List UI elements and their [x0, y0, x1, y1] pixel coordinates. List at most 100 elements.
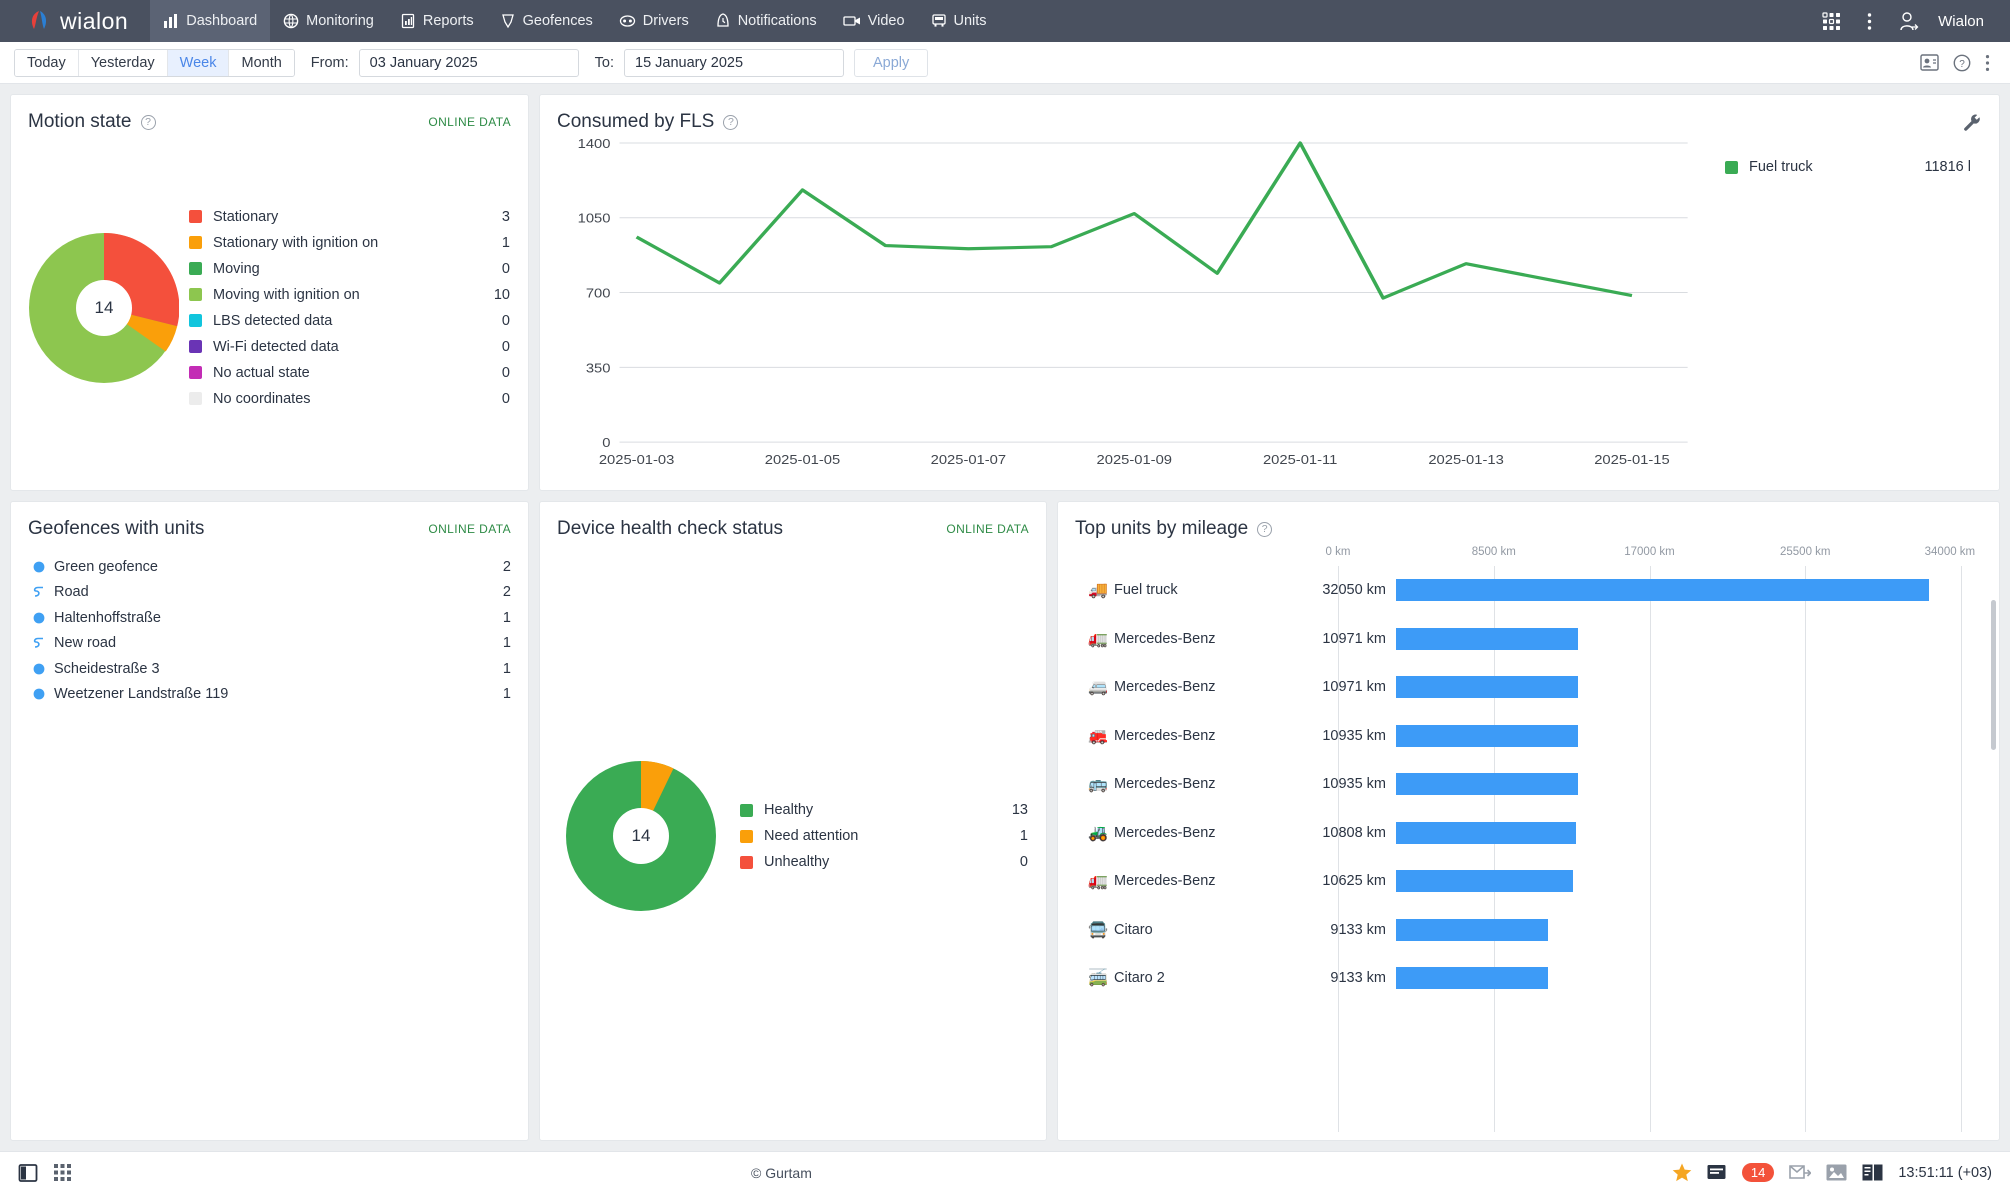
vertical-scrollbar[interactable] [1991, 600, 1996, 750]
toolbar-right-actions: ? [1920, 54, 1996, 72]
legend-item-unhealthy: Unhealthy 0 [740, 849, 1028, 875]
geofence-count: 2 [502, 558, 511, 575]
legend-label: LBS detected data [213, 312, 333, 329]
legend-label: Need attention [764, 828, 859, 844]
color-swatch [1725, 160, 1738, 174]
geofence-count: 1 [502, 660, 511, 677]
nav-item-dashboard[interactable]: Dashboard [150, 0, 271, 42]
mail-forward-icon[interactable] [1789, 1164, 1812, 1181]
list-item[interactable]: Green geofence 2 [28, 554, 511, 580]
color-swatch [740, 803, 753, 817]
table-row[interactable]: 🚍 Citaro 9133 km [1058, 906, 1999, 955]
nav-label: Dashboard [186, 13, 258, 29]
top-units-bar-chart[interactable]: 0 km 8500 km 17000 km 25500 km 34000 km … [1058, 540, 1999, 1132]
legend-label: No coordinates [213, 390, 311, 407]
card-motion-state: Motion state ? ONLINE DATA 14 Stationary… [10, 94, 529, 491]
table-row[interactable]: 🚎 Citaro 2 9133 km [1058, 954, 1999, 1003]
geofence-name: New road [54, 635, 117, 652]
bar-track [1396, 821, 1961, 844]
color-swatch [740, 829, 753, 843]
nav-item-units[interactable]: Units [918, 0, 1000, 42]
truck-yellow-icon: 🚛 [1088, 630, 1108, 648]
layout-icon[interactable] [1862, 1164, 1883, 1181]
truck-dark-icon: 🚚 [1088, 582, 1108, 600]
list-item[interactable]: New road 1 [28, 631, 511, 657]
help-circle-icon[interactable]: ? [140, 114, 156, 130]
device-health-donut-chart: 14 Healthy 13 Need attention 1 Unhealthy… [540, 540, 1046, 1132]
quick-range-selector: Today Yesterday Week Month [14, 48, 295, 77]
nav-item-video[interactable]: Video [830, 0, 918, 42]
star-icon[interactable] [1672, 1163, 1692, 1182]
brand-logo[interactable]: wialon [0, 0, 150, 42]
help-circle-icon[interactable]: ? [1257, 521, 1273, 537]
video-icon [843, 13, 861, 29]
svg-text:2025-01-15: 2025-01-15 [1594, 452, 1670, 467]
dashboard-row-2: Geofences with units ONLINE DATA Green g… [10, 501, 2000, 1141]
nav-item-monitoring[interactable]: Monitoring [270, 0, 387, 42]
range-week[interactable]: Week [167, 49, 230, 76]
list-item[interactable]: Road 2 [28, 580, 511, 606]
bar-fill [1396, 627, 1579, 650]
bar-fill [1396, 821, 1576, 844]
range-yesterday[interactable]: Yesterday [78, 49, 168, 76]
range-month[interactable]: Month [229, 49, 294, 76]
kebab-menu-button[interactable] [1856, 0, 1883, 42]
nav-item-reports[interactable]: Reports [387, 0, 487, 42]
color-swatch [189, 236, 202, 249]
svg-text:2025-01-13: 2025-01-13 [1428, 452, 1504, 467]
table-row[interactable]: 🚐 Mercedes-Benz 10971 km [1058, 663, 1999, 712]
table-row[interactable]: 🚚 Fuel truck 32050 km [1058, 566, 1999, 615]
kebab-menu-icon[interactable] [1985, 54, 1990, 72]
messages-icon[interactable] [1707, 1164, 1727, 1181]
svg-text:700: 700 [586, 285, 611, 300]
help-circle-icon[interactable]: ? [1953, 54, 1971, 72]
image-icon[interactable] [1826, 1164, 1847, 1181]
contacts-icon[interactable] [1920, 54, 1939, 71]
bell-clock-icon [715, 13, 731, 29]
apply-button[interactable]: Apply [854, 48, 929, 77]
truck-red2-icon: 🚛 [1088, 873, 1108, 891]
unit-name: Mercedes-Benz [1114, 873, 1216, 890]
table-row[interactable]: 🚌 Mercedes-Benz 10935 km [1058, 760, 1999, 809]
notifications-badge[interactable]: 14 [1741, 1163, 1775, 1182]
table-row[interactable]: 🚒 Mercedes-Benz 10935 km [1058, 712, 1999, 761]
nav-right-actions: Wialon [1811, 0, 2010, 42]
nav-label: Geofences [522, 13, 593, 29]
nav-item-geofences[interactable]: Geofences [487, 0, 606, 42]
color-swatch [740, 855, 753, 869]
help-circle-icon[interactable]: ? [723, 114, 739, 130]
table-row[interactable]: 🚛 Mercedes-Benz 10625 km [1058, 857, 1999, 906]
geofence-name: Road [54, 584, 89, 601]
list-item[interactable]: Scheidestraße 3 1 [28, 656, 511, 682]
wrench-icon[interactable] [1963, 113, 1982, 132]
from-date-input[interactable] [358, 48, 579, 77]
nav-item-drivers[interactable]: Drivers [606, 0, 702, 42]
unit-name: Citaro 2 [1114, 970, 1165, 987]
unit-mileage: 9133 km [1330, 970, 1386, 987]
unit-mileage: 10971 km [1322, 679, 1386, 696]
bar-track [1396, 773, 1961, 796]
line-geofence-icon [28, 585, 50, 599]
to-date-input[interactable] [624, 48, 844, 77]
geofence-name: Weetzener Landstraße 119 [54, 686, 229, 703]
bar-fill [1396, 773, 1578, 796]
motion-state-legend: Stationary 3 Stationary with ignition on… [189, 204, 510, 412]
legend-value: 1 [1019, 828, 1028, 844]
card-consumed-by-fls: Consumed by FLS ? 1400 1050 700 350 0 20… [539, 94, 2000, 491]
user-menu-button[interactable] [1887, 0, 1930, 42]
list-item[interactable]: Weetzener Landstraße 119 1 [28, 682, 511, 708]
nav-item-notifications[interactable]: Notifications [702, 0, 830, 42]
table-row[interactable]: 🚛 Mercedes-Benz 10971 km [1058, 615, 1999, 664]
legend-value: 0 [501, 338, 510, 355]
svg-text:2025-01-09: 2025-01-09 [1097, 452, 1173, 467]
range-today[interactable]: Today [15, 49, 79, 76]
table-row[interactable]: 🚜 Mercedes-Benz 10808 km [1058, 809, 1999, 858]
nav-label: Drivers [642, 13, 689, 29]
list-item[interactable]: Haltenhoffstraße 1 [28, 605, 511, 631]
page-title: Motion state [28, 111, 132, 132]
legend-label: Stationary [213, 208, 279, 225]
apps-grid-button[interactable] [1811, 0, 1852, 42]
color-swatch [189, 288, 202, 301]
legend-value: 1 [501, 234, 510, 251]
